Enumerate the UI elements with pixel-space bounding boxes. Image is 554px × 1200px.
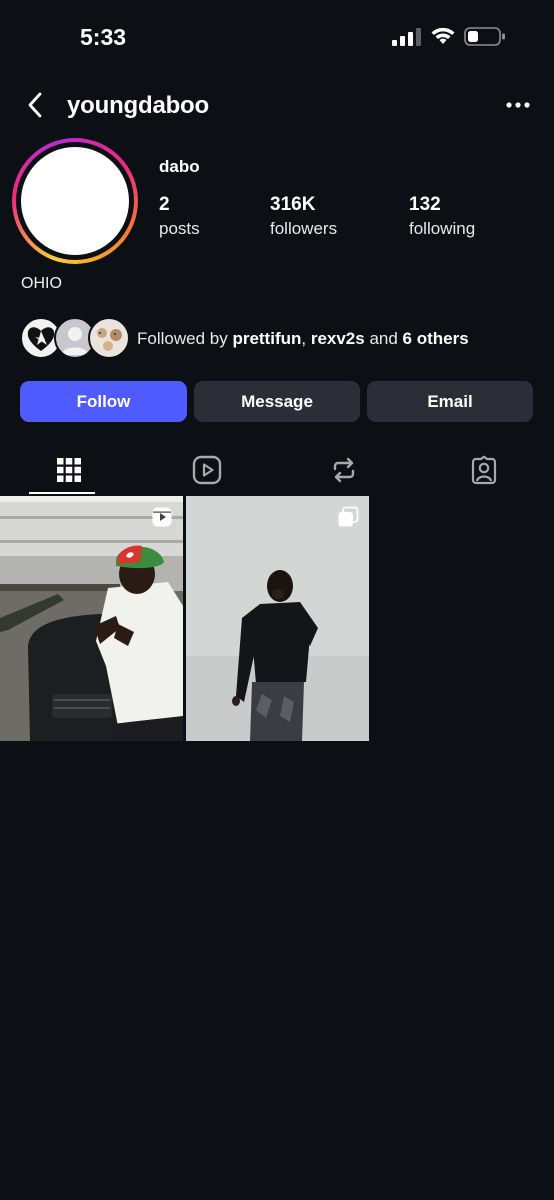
profile-avatar[interactable] <box>12 138 138 264</box>
email-button[interactable]: Email <box>367 381 533 422</box>
profile-header: youngdaboo <box>0 84 554 126</box>
mutual-user-2: rexv2s <box>310 329 365 348</box>
status-time: 5:33 <box>80 24 127 50</box>
followers-label: followers <box>270 219 338 238</box>
grid-icon <box>57 458 81 482</box>
followed-by-prefix: Followed by <box>137 329 233 348</box>
status-bar: 5:33 <box>0 0 554 72</box>
following-value: 132 <box>409 194 441 215</box>
following-label: following <box>409 219 476 238</box>
reposts-icon <box>333 457 355 483</box>
message-button[interactable]: Message <box>194 381 360 422</box>
more-options-icon[interactable] <box>504 98 534 112</box>
grid-post-reel[interactable] <box>0 496 183 741</box>
tab-reels[interactable] <box>185 448 229 492</box>
battery-icon <box>464 27 505 46</box>
reel-badge-icon <box>152 507 172 527</box>
avatar-image <box>21 147 129 255</box>
posts-label: posts <box>159 219 200 238</box>
posts-value: 2 <box>159 194 170 215</box>
back-arrow-icon[interactable] <box>24 90 48 120</box>
followed-by-separator: , <box>301 329 311 348</box>
mutual-avatar <box>88 317 130 359</box>
post-2-image <box>186 496 369 741</box>
post-1-image <box>0 496 183 741</box>
following-count[interactable]: 132 following <box>409 194 475 239</box>
followed-by-and: and <box>364 329 403 348</box>
mutual-others: 6 others <box>402 329 469 348</box>
tab-reposts[interactable] <box>322 448 366 492</box>
display-name: dabo <box>159 157 200 176</box>
wifi-icon <box>431 27 455 44</box>
followers-count[interactable]: 316K followers <box>270 194 337 239</box>
followers-value: 316K <box>270 194 316 215</box>
tagged-icon <box>471 455 497 485</box>
mutual-user-1: prettifun <box>232 329 302 348</box>
tab-tagged[interactable] <box>462 448 506 492</box>
mutual-followers-avatars[interactable] <box>20 317 130 359</box>
posts-count: 2 posts <box>159 194 200 239</box>
illustrated-avatar-icon <box>97 328 122 351</box>
tab-selected-indicator <box>29 492 95 494</box>
grid-post-carousel[interactable] <box>186 496 369 741</box>
profile-username: youngdaboo <box>67 92 209 119</box>
tab-posts-grid[interactable] <box>47 448 91 492</box>
carousel-badge-icon <box>338 506 359 527</box>
reels-icon <box>192 455 222 485</box>
followed-by-text[interactable]: Followed by prettifun, rexv2s and 6 othe… <box>137 329 469 349</box>
profile-bio: OHIO <box>21 275 62 292</box>
follow-button[interactable]: Follow <box>20 381 187 422</box>
cellular-signal-icon <box>392 28 421 46</box>
